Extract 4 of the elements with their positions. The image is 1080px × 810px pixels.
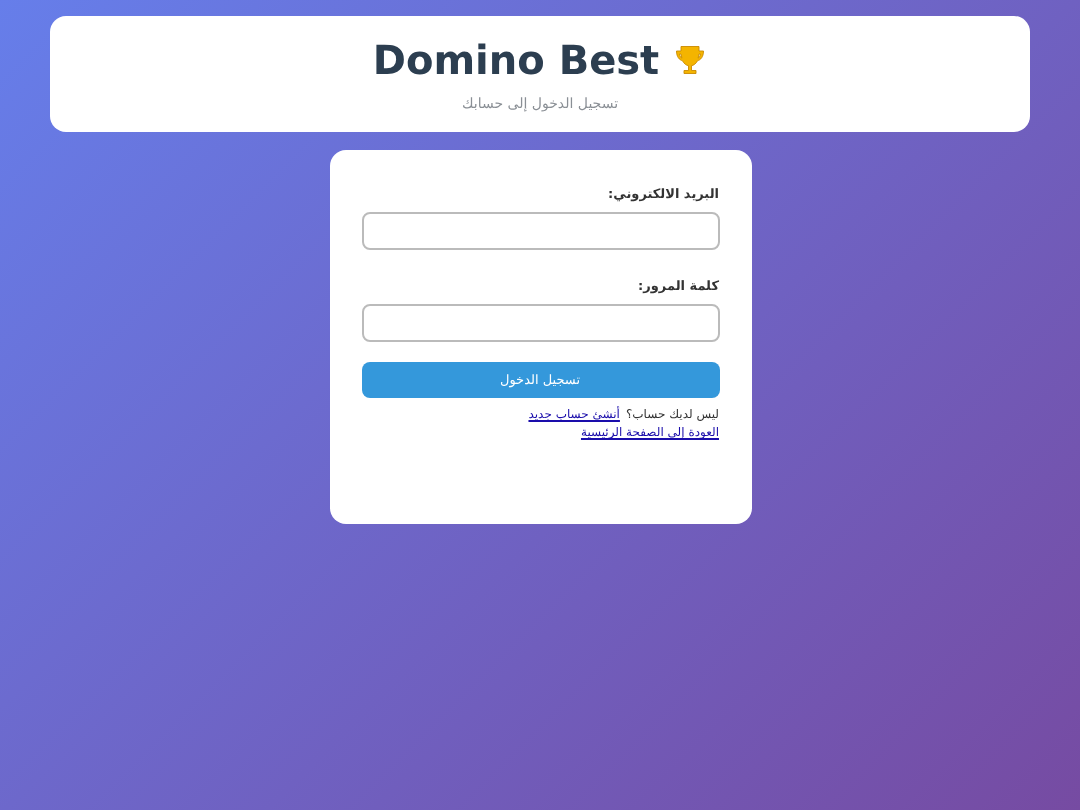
- input-field[interactable]: [361, 304, 719, 342]
- site-title: Domino Best: [372, 36, 660, 84]
- input-field[interactable]: [361, 212, 719, 250]
- trophy-icon: [671, 42, 708, 78]
